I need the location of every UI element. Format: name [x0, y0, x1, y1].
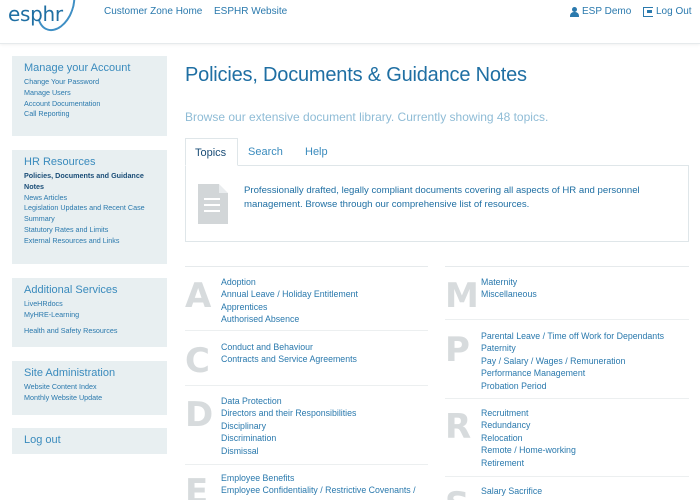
topic-link[interactable]: Conduct and Behaviour	[221, 341, 357, 353]
topic-list: Salary Sacrifice	[481, 485, 542, 497]
tab-search[interactable]: Search	[248, 138, 283, 166]
sidebar-section-title[interactable]: Manage your Account	[24, 62, 155, 74]
topic-link[interactable]: Maternity	[481, 276, 537, 288]
sidebar-item-policies-cont[interactable]: Notes	[24, 182, 155, 193]
sidebar-site-administration: Site Administration Website Content Inde…	[12, 361, 167, 415]
topic-link[interactable]: Miscellaneous	[481, 288, 537, 300]
sidebar-additional-services: Additional Services LiveHRdocs MyHRE-Lea…	[12, 278, 167, 347]
topic-link[interactable]: Data Protection	[221, 395, 356, 407]
sidebar-item-policies[interactable]: Policies, Documents and Guidance	[24, 171, 155, 182]
topics-tab-panel: Professionally drafted, legally complian…	[185, 166, 689, 242]
topic-link[interactable]: Dismissal	[221, 445, 356, 457]
topic-link[interactable]: Probation Period	[481, 380, 664, 392]
sidebar-item-change-password[interactable]: Change Your Password	[24, 77, 155, 88]
top-navigation-bar: esphr Customer Zone Home ESPHR Website E…	[0, 0, 700, 44]
topic-link[interactable]: Disciplinary	[221, 420, 356, 432]
sidebar-item-news-articles[interactable]: News Articles	[24, 193, 155, 204]
sidebar-item-call-reporting[interactable]: Call Reporting	[24, 109, 155, 120]
sidebar-manage-account: Manage your Account Change Your Password…	[12, 56, 167, 136]
topic-list: Maternity Miscellaneous	[481, 276, 537, 301]
column-divider	[185, 266, 428, 267]
sidebar-item-account-documentation[interactable]: Account Documentation	[24, 99, 155, 110]
page-title: Policies, Documents & Guidance Notes	[185, 64, 527, 86]
topic-link[interactable]: Remote / Home-working	[481, 444, 576, 456]
topic-letter: R	[445, 407, 472, 447]
column-divider	[445, 266, 689, 267]
topic-link[interactable]: Paternity	[481, 342, 664, 354]
topic-tabs: Topics Search Help	[185, 138, 689, 166]
topic-link[interactable]: Directors and their Responsibilities	[221, 407, 356, 419]
topic-link[interactable]: Recruitment	[481, 407, 576, 419]
sidebar-section-title[interactable]: Site Administration	[24, 367, 155, 379]
logout-icon	[643, 6, 653, 17]
sidebar-hr-resources: HR Resources Policies, Documents and Gui…	[12, 150, 167, 264]
logout-link[interactable]: Log Out	[643, 6, 692, 17]
topic-list: Parental Leave / Time off Work for Depen…	[481, 330, 664, 392]
topic-link[interactable]: Employee Confidentiality / Restrictive C…	[221, 484, 416, 496]
user-name-label: ESP Demo	[582, 6, 632, 17]
group-separator	[185, 464, 428, 465]
topic-letter: A	[185, 276, 212, 316]
customer-zone-home-link[interactable]: Customer Zone Home	[104, 6, 202, 17]
user-icon	[570, 6, 579, 17]
topic-letter: C	[185, 341, 210, 381]
topic-list: Conduct and Behaviour Contracts and Serv…	[221, 341, 357, 366]
document-icon	[198, 184, 228, 224]
sidebar-item-website-content-index[interactable]: Website Content Index	[24, 382, 155, 393]
sidebar-logout[interactable]: Log out	[12, 428, 167, 454]
topic-letter: M	[445, 276, 479, 316]
group-separator	[445, 319, 689, 320]
topic-link[interactable]: Apprentices	[221, 301, 358, 313]
topic-link[interactable]: Performance Management	[481, 367, 664, 379]
esphr-website-link[interactable]: ESPHR Website	[214, 6, 287, 17]
tab-help[interactable]: Help	[305, 138, 328, 166]
topic-list: Adoption Annual Leave / Holiday Entitlem…	[221, 276, 358, 326]
topic-link[interactable]: Adoption	[221, 276, 358, 288]
sidebar-item-legislation-updates-cont[interactable]: Summary	[24, 214, 155, 225]
topic-list: Data Protection Directors and their Resp…	[221, 395, 356, 457]
sidebar-section-title[interactable]: Additional Services	[24, 284, 155, 296]
user-account-link[interactable]: ESP Demo	[570, 6, 631, 17]
logout-label: Log Out	[656, 6, 692, 17]
topic-link[interactable]: Discrimination	[221, 432, 356, 444]
sidebar-item-statutory-rates[interactable]: Statutory Rates and Limits	[24, 225, 155, 236]
topic-link[interactable]: Employee Benefits	[221, 472, 416, 484]
topic-letter: E	[185, 472, 209, 500]
topic-letter: S	[445, 485, 470, 500]
intro-text: Professionally drafted, legally complian…	[244, 185, 640, 210]
topic-link[interactable]: Pay / Salary / Wages / Remuneration	[481, 355, 664, 367]
topic-link[interactable]: Annual Leave / Holiday Entitlement	[221, 288, 358, 300]
topic-letter: D	[185, 395, 214, 435]
page-subtitle: Browse our extensive document library. C…	[185, 110, 549, 124]
sidebar-item-legislation-updates[interactable]: Legislation Updates and Recent Case	[24, 203, 155, 214]
topic-link[interactable]: Contracts and Service Agreements	[221, 353, 357, 365]
group-separator	[185, 330, 428, 331]
group-separator	[445, 398, 689, 399]
topic-letter: P	[445, 330, 470, 370]
sidebar-item-monthly-update[interactable]: Monthly Website Update	[24, 393, 155, 404]
group-separator	[445, 476, 689, 477]
sidebar-item-myhre-learning[interactable]: MyHRE-Learning	[24, 310, 155, 321]
tab-topics[interactable]: Topics	[185, 138, 238, 166]
topic-link[interactable]: Retirement	[481, 457, 576, 469]
topic-list: Employee Benefits Employee Confidentiali…	[221, 472, 416, 497]
topic-link[interactable]: Relocation	[481, 432, 576, 444]
topic-link[interactable]: Parental Leave / Time off Work for Depen…	[481, 330, 664, 342]
sidebar-logout-label[interactable]: Log out	[24, 434, 155, 446]
sidebar-item-manage-users[interactable]: Manage Users	[24, 88, 155, 99]
group-separator	[185, 385, 428, 386]
topic-link[interactable]: Redundancy	[481, 419, 576, 431]
esphr-logo[interactable]: esphr	[8, 2, 63, 26]
sidebar-item-health-safety[interactable]: Health and Safety Resources	[24, 326, 155, 337]
sidebar-section-title[interactable]: HR Resources	[24, 156, 155, 168]
sidebar-item-external-resources[interactable]: External Resources and Links	[24, 236, 155, 247]
topic-link[interactable]: Authorised Absence	[221, 313, 358, 325]
topic-list: Recruitment Redundancy Relocation Remote…	[481, 407, 576, 469]
topic-link[interactable]: Salary Sacrifice	[481, 485, 542, 497]
sidebar-item-livehrdocs[interactable]: LiveHRdocs	[24, 299, 155, 310]
